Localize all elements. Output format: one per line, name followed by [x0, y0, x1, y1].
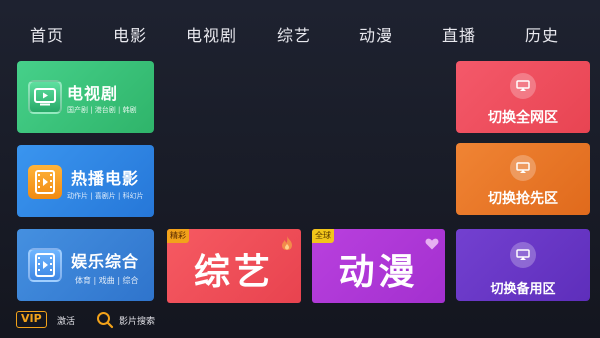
tile-title: 电视剧: [67, 84, 119, 103]
nav-item-variety[interactable]: 综艺: [277, 22, 311, 46]
tv-icon: [28, 80, 62, 114]
film-icon: [28, 165, 62, 199]
tile-subtitle: 动作片 | 喜剧片 | 科幻片: [67, 192, 144, 200]
vip-activate-link[interactable]: 激活: [57, 314, 75, 327]
tile-label: 切换抢先区: [488, 191, 558, 207]
cast-icon: [510, 73, 536, 99]
tile-title: 娱乐综合: [71, 252, 140, 271]
tile-switch-backup[interactable]: 切换备用区: [456, 229, 590, 301]
hot-badge: 精彩: [167, 229, 189, 243]
video-icon: [28, 248, 62, 282]
nav-item-home[interactable]: 首页: [30, 22, 64, 46]
nav-item-history[interactable]: 历史: [525, 22, 559, 46]
tile-title: 热播电影: [71, 169, 140, 188]
cast-icon: [510, 242, 536, 268]
search-icon[interactable]: [96, 311, 114, 333]
tile-switch-first[interactable]: 切换抢先区: [456, 143, 590, 215]
search-movies-link[interactable]: 影片搜索: [119, 314, 155, 327]
global-badge: 全球: [312, 229, 334, 243]
tile-tv-series[interactable]: 电视剧 国产剧 | 港台剧 | 韩剧: [17, 61, 154, 133]
cast-icon: [510, 155, 536, 181]
tile-switch-all[interactable]: 切换全网区: [456, 61, 590, 133]
top-nav: 首页 电影 电视剧 综艺 动漫 直播 历史: [0, 0, 600, 60]
nav-item-live[interactable]: 直播: [442, 22, 476, 46]
tile-entertainment[interactable]: 娱乐综合 体育 | 戏曲 | 综合: [17, 229, 154, 301]
tile-hot-movies[interactable]: 热播电影 动作片 | 喜剧片 | 科幻片: [17, 145, 154, 217]
tile-subtitle: 国产剧 | 港台剧 | 韩剧: [67, 106, 137, 114]
vip-badge[interactable]: VIP: [16, 311, 47, 328]
nav-item-tv-series[interactable]: 电视剧: [186, 22, 237, 46]
tile-subtitle: 体育 | 戏曲 | 综合: [75, 276, 139, 285]
nav-item-movies[interactable]: 电影: [113, 22, 147, 46]
flame-icon: [281, 235, 293, 255]
tile-label: 切换全网区: [488, 110, 558, 126]
nav-item-anime[interactable]: 动漫: [359, 22, 393, 46]
heart-icon: [425, 235, 439, 254]
tile-variety[interactable]: 精彩 综艺: [167, 229, 301, 303]
tile-label: 切换备用区: [490, 282, 556, 297]
footer-bar: VIP 激活 影片搜索: [0, 308, 600, 332]
tile-anime[interactable]: 全球 动漫: [312, 229, 445, 303]
